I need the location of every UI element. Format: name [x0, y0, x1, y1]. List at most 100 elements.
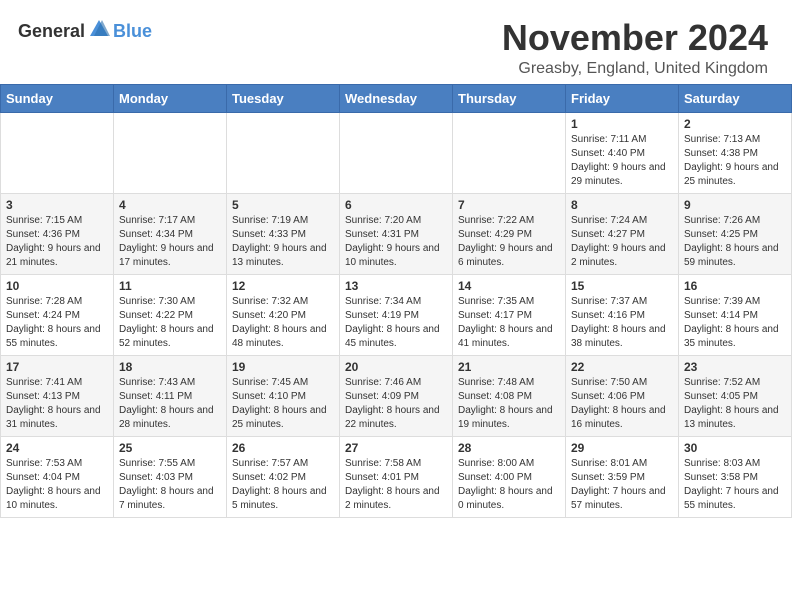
- calendar-cell: [227, 112, 340, 193]
- day-number: 6: [345, 198, 447, 212]
- day-info: Sunrise: 7:52 AM Sunset: 4:05 PM Dayligh…: [684, 376, 786, 432]
- day-info: Sunrise: 7:32 AM Sunset: 4:20 PM Dayligh…: [232, 295, 334, 351]
- calendar-cell: 13 Sunrise: 7:34 AM Sunset: 4:19 PM Dayli…: [340, 274, 453, 355]
- day-number: 12: [232, 279, 334, 293]
- calendar-cell: 25 Sunrise: 7:55 AM Sunset: 4:03 PM Dayli…: [114, 436, 227, 517]
- day-info: Sunrise: 8:00 AM Sunset: 4:00 PM Dayligh…: [458, 457, 560, 513]
- calendar-cell: 17 Sunrise: 7:41 AM Sunset: 4:13 PM Dayli…: [1, 355, 114, 436]
- calendar-cell: 2Sunrise: 7:13 AM Sunset: 4:38 PM Daylig…: [679, 112, 792, 193]
- calendar-cell: 12 Sunrise: 7:32 AM Sunset: 4:20 PM Dayli…: [227, 274, 340, 355]
- day-info: Sunrise: 7:22 AM Sunset: 4:29 PM Dayligh…: [458, 214, 560, 270]
- weekday-header-wednesday: Wednesday: [340, 84, 453, 112]
- calendar-cell: 15 Sunrise: 7:37 AM Sunset: 4:16 PM Dayli…: [566, 274, 679, 355]
- day-info: Sunrise: 7:24 AM Sunset: 4:27 PM Dayligh…: [571, 214, 673, 270]
- day-info: Sunrise: 7:45 AM Sunset: 4:10 PM Dayligh…: [232, 376, 334, 432]
- day-number: 11: [119, 279, 221, 293]
- day-info: Sunrise: 7:35 AM Sunset: 4:17 PM Dayligh…: [458, 295, 560, 351]
- calendar-cell: 9 Sunrise: 7:26 AM Sunset: 4:25 PM Daylig…: [679, 193, 792, 274]
- calendar-cell: 24Sunrise: 7:53 AM Sunset: 4:04 PM Dayli…: [1, 436, 114, 517]
- day-info: Sunrise: 7:39 AM Sunset: 4:14 PM Dayligh…: [684, 295, 786, 351]
- weekday-header-saturday: Saturday: [679, 84, 792, 112]
- day-info: Sunrise: 7:30 AM Sunset: 4:22 PM Dayligh…: [119, 295, 221, 351]
- logo-general: General: [18, 21, 85, 42]
- day-number: 20: [345, 360, 447, 374]
- calendar-cell: 18 Sunrise: 7:43 AM Sunset: 4:11 PM Dayli…: [114, 355, 227, 436]
- day-info: Sunrise: 7:57 AM Sunset: 4:02 PM Dayligh…: [232, 457, 334, 513]
- day-number: 19: [232, 360, 334, 374]
- day-info: Sunrise: 7:41 AM Sunset: 4:13 PM Dayligh…: [6, 376, 108, 432]
- logo-blue: Blue: [113, 21, 152, 42]
- day-number: 15: [571, 279, 673, 293]
- day-info: Sunrise: 7:50 AM Sunset: 4:06 PM Dayligh…: [571, 376, 673, 432]
- day-number: 25: [119, 441, 221, 455]
- calendar-cell: 11 Sunrise: 7:30 AM Sunset: 4:22 PM Dayli…: [114, 274, 227, 355]
- day-info: Sunrise: 7:17 AM Sunset: 4:34 PM Dayligh…: [119, 214, 221, 270]
- day-number: 28: [458, 441, 560, 455]
- weekday-header-friday: Friday: [566, 84, 679, 112]
- location-title: Greasby, England, United Kingdom: [502, 60, 768, 78]
- calendar-week-row: 1Sunrise: 7:11 AM Sunset: 4:40 PM Daylig…: [1, 112, 792, 193]
- calendar-cell: 16 Sunrise: 7:39 AM Sunset: 4:14 PM Dayli…: [679, 274, 792, 355]
- day-number: 26: [232, 441, 334, 455]
- calendar-cell: 6 Sunrise: 7:20 AM Sunset: 4:31 PM Daylig…: [340, 193, 453, 274]
- calendar-cell: 3Sunrise: 7:15 AM Sunset: 4:36 PM Daylig…: [1, 193, 114, 274]
- day-info: Sunrise: 8:03 AM Sunset: 3:58 PM Dayligh…: [684, 457, 786, 513]
- day-info: Sunrise: 7:43 AM Sunset: 4:11 PM Dayligh…: [119, 376, 221, 432]
- day-info: Sunrise: 7:20 AM Sunset: 4:31 PM Dayligh…: [345, 214, 447, 270]
- calendar-cell: [340, 112, 453, 193]
- calendar-cell: 20 Sunrise: 7:46 AM Sunset: 4:09 PM Dayli…: [340, 355, 453, 436]
- calendar-table: SundayMondayTuesdayWednesdayThursdayFrid…: [0, 84, 792, 518]
- day-number: 10: [6, 279, 108, 293]
- calendar-cell: 27Sunrise: 7:58 AM Sunset: 4:01 PM Dayli…: [340, 436, 453, 517]
- calendar-cell: 5 Sunrise: 7:19 AM Sunset: 4:33 PM Daylig…: [227, 193, 340, 274]
- calendar-week-row: 24Sunrise: 7:53 AM Sunset: 4:04 PM Dayli…: [1, 436, 792, 517]
- calendar-cell: 7Sunrise: 7:22 AM Sunset: 4:29 PM Daylig…: [453, 193, 566, 274]
- day-number: 9: [684, 198, 786, 212]
- day-number: 13: [345, 279, 447, 293]
- day-info: Sunrise: 7:28 AM Sunset: 4:24 PM Dayligh…: [6, 295, 108, 351]
- calendar-cell: 14Sunrise: 7:35 AM Sunset: 4:17 PM Dayli…: [453, 274, 566, 355]
- day-number: 21: [458, 360, 560, 374]
- day-info: Sunrise: 7:26 AM Sunset: 4:25 PM Dayligh…: [684, 214, 786, 270]
- day-info: Sunrise: 7:55 AM Sunset: 4:03 PM Dayligh…: [119, 457, 221, 513]
- calendar-cell: 23 Sunrise: 7:52 AM Sunset: 4:05 PM Dayli…: [679, 355, 792, 436]
- day-number: 27: [345, 441, 447, 455]
- day-number: 5: [232, 198, 334, 212]
- weekday-header-sunday: Sunday: [1, 84, 114, 112]
- weekday-header-monday: Monday: [114, 84, 227, 112]
- day-info: Sunrise: 8:01 AM Sunset: 3:59 PM Dayligh…: [571, 457, 673, 513]
- calendar-cell: 21 Sunrise: 7:48 AM Sunset: 4:08 PM Dayli…: [453, 355, 566, 436]
- day-number: 29: [571, 441, 673, 455]
- calendar-cell: 8 Sunrise: 7:24 AM Sunset: 4:27 PM Daylig…: [566, 193, 679, 274]
- day-info: Sunrise: 7:37 AM Sunset: 4:16 PM Dayligh…: [571, 295, 673, 351]
- day-number: 23: [684, 360, 786, 374]
- day-number: 18: [119, 360, 221, 374]
- calendar-cell: 22 Sunrise: 7:50 AM Sunset: 4:06 PM Dayli…: [566, 355, 679, 436]
- calendar-cell: [453, 112, 566, 193]
- day-number: 17: [6, 360, 108, 374]
- day-info: Sunrise: 7:46 AM Sunset: 4:09 PM Dayligh…: [345, 376, 447, 432]
- logo-icon: [88, 18, 110, 45]
- day-number: 24: [6, 441, 108, 455]
- day-number: 16: [684, 279, 786, 293]
- calendar-cell: 1Sunrise: 7:11 AM Sunset: 4:40 PM Daylig…: [566, 112, 679, 193]
- calendar-cell: 26 Sunrise: 7:57 AM Sunset: 4:02 PM Dayli…: [227, 436, 340, 517]
- calendar-week-row: 3Sunrise: 7:15 AM Sunset: 4:36 PM Daylig…: [1, 193, 792, 274]
- weekday-header-thursday: Thursday: [453, 84, 566, 112]
- weekday-header-row: SundayMondayTuesdayWednesdayThursdayFrid…: [1, 84, 792, 112]
- weekday-header-tuesday: Tuesday: [227, 84, 340, 112]
- day-info: Sunrise: 7:13 AM Sunset: 4:38 PM Dayligh…: [684, 133, 786, 189]
- day-info: Sunrise: 7:19 AM Sunset: 4:33 PM Dayligh…: [232, 214, 334, 270]
- day-number: 3: [6, 198, 108, 212]
- day-number: 1: [571, 117, 673, 131]
- calendar-cell: 30 Sunrise: 8:03 AM Sunset: 3:58 PM Dayli…: [679, 436, 792, 517]
- day-number: 4: [119, 198, 221, 212]
- day-info: Sunrise: 7:34 AM Sunset: 4:19 PM Dayligh…: [345, 295, 447, 351]
- calendar-week-row: 10 Sunrise: 7:28 AM Sunset: 4:24 PM Dayli…: [1, 274, 792, 355]
- page-header: General Blue November 2024 Greasby, Engl…: [0, 0, 792, 84]
- calendar-cell: 29 Sunrise: 8:01 AM Sunset: 3:59 PM Dayli…: [566, 436, 679, 517]
- day-number: 30: [684, 441, 786, 455]
- day-number: 22: [571, 360, 673, 374]
- day-number: 8: [571, 198, 673, 212]
- day-info: Sunrise: 7:48 AM Sunset: 4:08 PM Dayligh…: [458, 376, 560, 432]
